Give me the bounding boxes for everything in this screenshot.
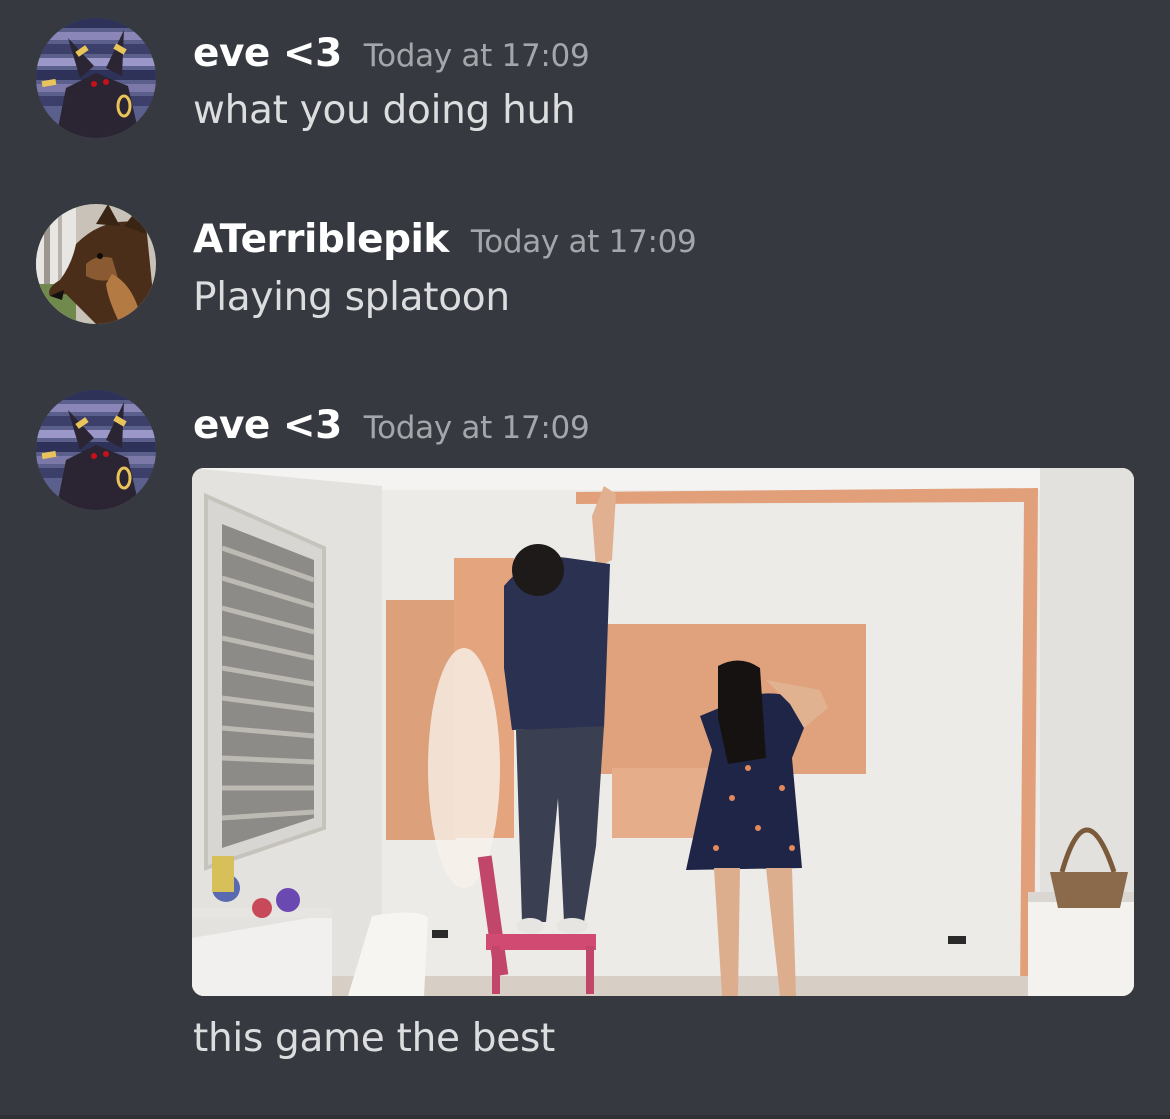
message-header: ATerriblepik Today at 17:09 [193,217,697,262]
username[interactable]: eve <3 [193,403,342,448]
username[interactable]: ATerriblepik [193,217,449,262]
message-header: eve <3 Today at 17:09 [193,31,590,76]
divider [0,1115,1170,1119]
umbreon-avatar-icon[interactable] [36,390,156,510]
message-text: Playing splatoon [193,275,510,320]
message-text: this game the best [193,1016,555,1061]
timestamp: Today at 17:09 [363,38,590,74]
timestamp: Today at 17:09 [363,410,590,446]
umbreon-avatar-icon[interactable] [36,18,156,138]
message-text: what you doing huh [193,88,576,133]
username[interactable]: eve <3 [193,31,342,76]
gif-attachment[interactable] [192,468,1134,996]
german-shepherd-avatar-icon[interactable] [36,204,156,324]
timestamp: Today at 17:09 [470,224,697,260]
message-header: eve <3 Today at 17:09 [193,403,590,448]
